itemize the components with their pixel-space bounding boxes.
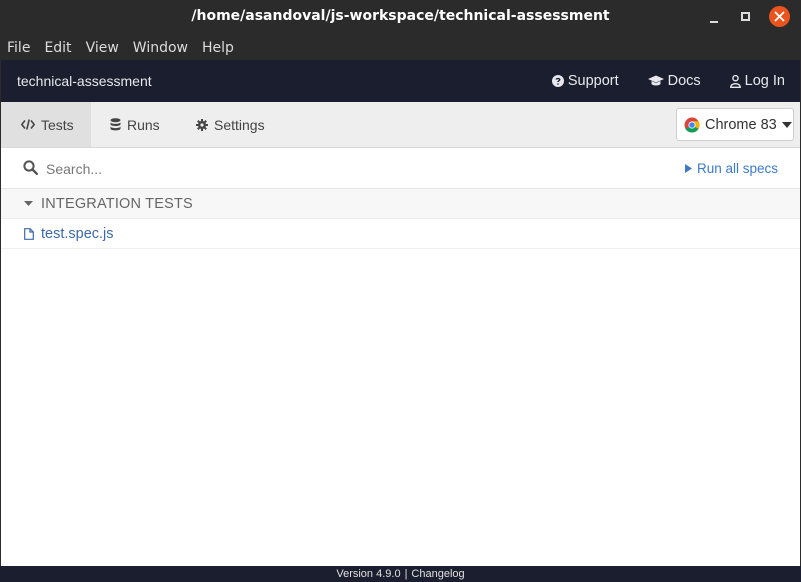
file-icon	[24, 227, 34, 240]
browser-label: Chrome 83	[705, 116, 777, 133]
version-label: Version 4.9.0	[336, 568, 401, 580]
graduation-cap-icon	[647, 75, 664, 86]
menu-file[interactable]: File	[7, 40, 30, 56]
close-button[interactable]	[769, 6, 790, 27]
spec-file-name[interactable]: test.spec.js	[41, 226, 114, 242]
play-icon	[684, 164, 692, 173]
code-icon	[21, 119, 35, 130]
browser-selector[interactable]: Chrome 83	[676, 108, 794, 141]
chevron-down-icon	[781, 121, 792, 128]
gear-icon	[196, 118, 208, 131]
menu-help[interactable]: Help	[202, 40, 234, 56]
window-title: /home/asandoval/js-workspace/technical-a…	[191, 8, 610, 24]
user-icon	[729, 74, 741, 88]
top-nav: technical-assessment Support Docs Log In	[1, 60, 800, 102]
search-input[interactable]	[46, 158, 446, 180]
changelog-link[interactable]: Changelog	[411, 568, 464, 580]
tab-bar: Tests Runs Settings Chrome 83	[1, 102, 800, 148]
top-nav-links: Support Docs Log In	[523, 73, 785, 89]
chrome-icon	[684, 117, 700, 133]
run-all-specs-button[interactable]: Run all specs	[684, 161, 778, 176]
question-circle-icon	[551, 75, 564, 87]
menu-view[interactable]: View	[86, 40, 119, 56]
footer-separator: |	[404, 568, 408, 580]
tab-tests[interactable]: Tests	[1, 102, 91, 147]
tab-settings[interactable]: Settings	[196, 102, 265, 147]
menu-edit[interactable]: Edit	[44, 40, 71, 56]
project-name: technical-assessment	[17, 73, 152, 89]
spec-group-header[interactable]: INTEGRATION TESTS	[1, 189, 800, 219]
menu-window[interactable]: Window	[133, 40, 188, 56]
database-icon	[110, 118, 121, 131]
tab-runs-label: Runs	[127, 116, 160, 133]
window-titlebar: /home/asandoval/js-workspace/technical-a…	[0, 0, 801, 35]
login-label: Log In	[744, 73, 785, 89]
app-content: technical-assessment Support Docs Log In…	[1, 60, 800, 566]
caret-down-icon	[24, 201, 33, 206]
spec-group-label: INTEGRATION TESTS	[41, 195, 193, 212]
footer: Version 4.9.0 | Changelog	[0, 566, 801, 582]
docs-link[interactable]: Docs	[647, 73, 701, 89]
tab-tests-label: Tests	[41, 116, 74, 133]
spec-file-row[interactable]: test.spec.js	[1, 219, 800, 249]
login-link[interactable]: Log In	[729, 73, 785, 89]
run-all-label: Run all specs	[696, 161, 778, 176]
minimize-button[interactable]	[704, 7, 724, 27]
search-bar: Run all specs	[1, 148, 800, 189]
maximize-button[interactable]	[736, 7, 756, 27]
tab-settings-label: Settings	[214, 116, 265, 133]
search-icon	[23, 160, 38, 175]
close-icon	[774, 11, 785, 22]
docs-label: Docs	[667, 73, 701, 89]
tab-runs[interactable]: Runs	[110, 102, 160, 147]
menu-bar: File Edit View Window Help	[0, 35, 801, 60]
support-link[interactable]: Support	[551, 73, 619, 89]
support-label: Support	[567, 73, 619, 89]
